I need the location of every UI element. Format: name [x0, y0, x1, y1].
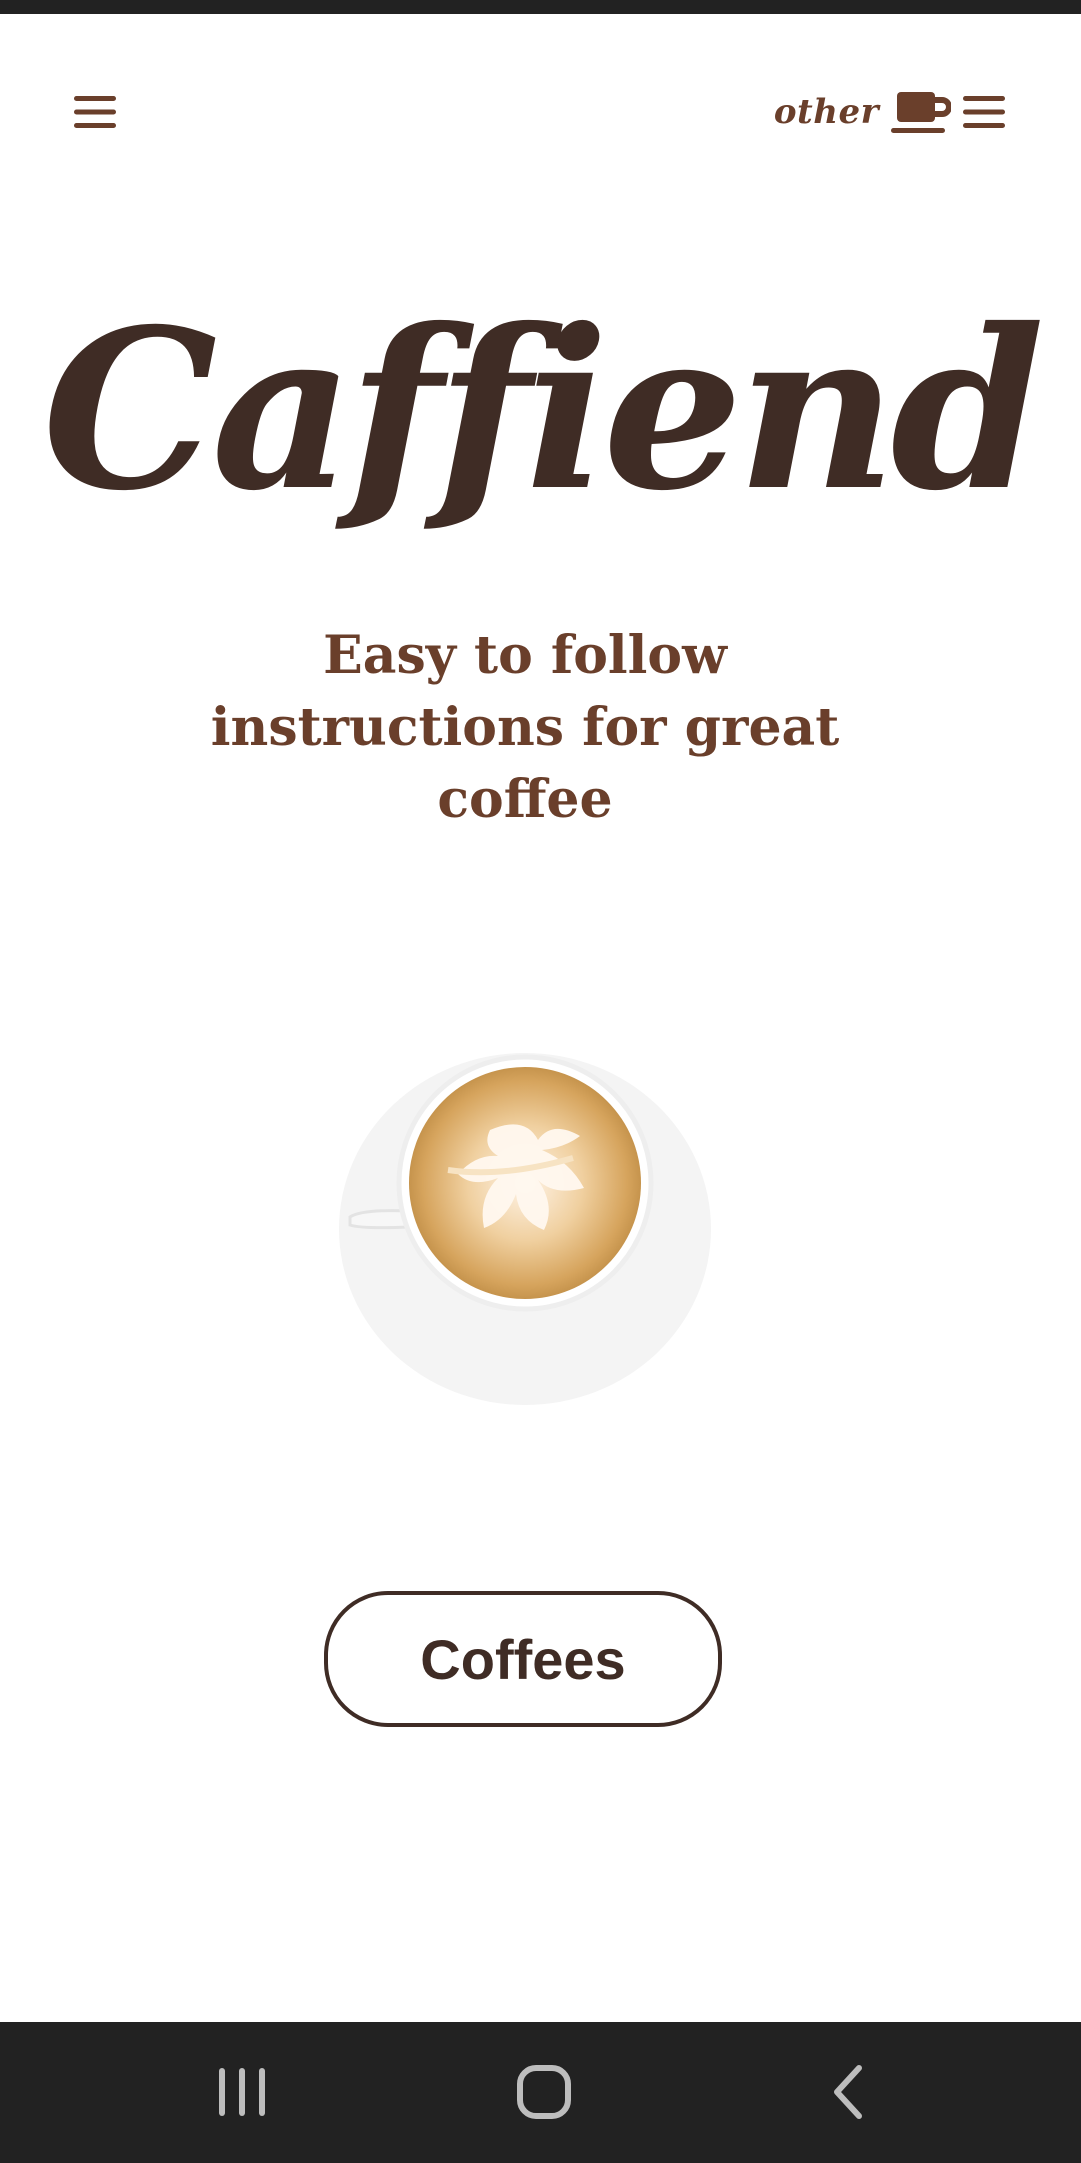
- back-icon: [834, 2065, 862, 2119]
- hamburger-menu-icon[interactable]: [961, 92, 1007, 132]
- coffee-cup-icon: [891, 92, 951, 133]
- other-menu[interactable]: other: [774, 84, 1007, 140]
- other-label: other: [773, 92, 879, 132]
- recent-apps-icon: [219, 2068, 265, 2116]
- system-navigation-bar: [0, 2022, 1081, 2163]
- recent-apps-button[interactable]: [192, 2046, 292, 2138]
- back-button[interactable]: [797, 2046, 897, 2138]
- menu-button[interactable]: [72, 92, 118, 132]
- latte-cup-image: [339, 1053, 711, 1405]
- home-button[interactable]: [494, 2046, 594, 2138]
- app-title: Caffiend: [42, 280, 1044, 539]
- status-bar: [0, 0, 1081, 14]
- caffiend-home-screen: other Caffiend Easy to follow instructio…: [0, 0, 1081, 2163]
- coffees-button[interactable]: Coffees: [324, 1591, 722, 1727]
- home-icon: [517, 2065, 571, 2119]
- app-subtitle: Easy to follow instructions for great co…: [210, 625, 840, 830]
- hamburger-menu-icon: [74, 96, 116, 128]
